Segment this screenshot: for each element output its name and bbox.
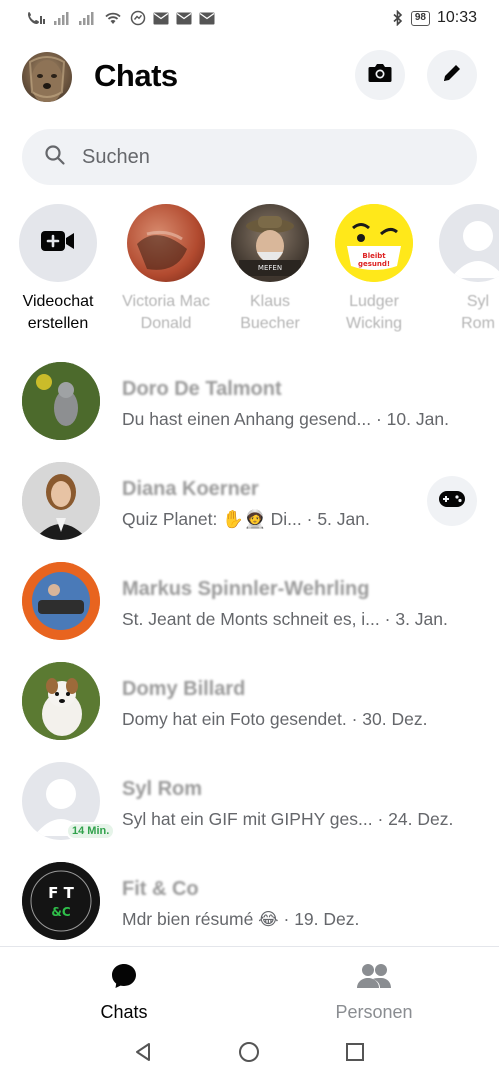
chat-preview-text: Mdr bien résumé 😂 (122, 909, 279, 929)
story-label: Syl Rom (461, 293, 495, 332)
chat-row-domy[interactable]: Domy Billard Domy hat ein Foto gesendet.… (0, 652, 499, 748)
tab-people[interactable]: Personen (314, 961, 434, 1023)
chat-date: · 10. Jan. (375, 409, 449, 429)
tab-label: Personen (335, 1002, 413, 1022)
search-bar[interactable] (22, 129, 477, 185)
chat-row-diana[interactable]: Diana Koerner Quiz Planet: ✋🧑‍🚀 Di... · … (0, 452, 499, 548)
chat-name: Fit & Co (122, 878, 199, 900)
messenger-icon (130, 10, 146, 26)
stories-row: Videochat erstellen Victoria Mac Donald … (0, 202, 499, 332)
chat-name: Doro De Talmont (122, 378, 282, 400)
avatar (22, 562, 100, 640)
signal-icon (53, 10, 71, 26)
search-input[interactable] (82, 145, 442, 169)
chat-preview: Quiz Planet: ✋🧑‍🚀 Di... · 5. Jan. (122, 509, 370, 530)
chat-row-doro[interactable]: Doro De Talmont Du hast einen Anhang ges… (0, 352, 499, 448)
chat-preview: Domy hat ein Foto gesendet. · 30. Dez. (122, 709, 427, 730)
header: Chats (0, 48, 499, 106)
clock: 10:33 (436, 9, 477, 26)
bluetooth-icon (392, 10, 404, 26)
story-label: Victoria Mac Donald (122, 293, 210, 332)
story-avatar: Bleibt gesund! (335, 204, 413, 282)
call-icon (26, 10, 46, 26)
system-nav-bar (0, 1025, 499, 1080)
recents-icon[interactable] (342, 1039, 368, 1065)
camera-button[interactable] (355, 50, 405, 100)
story-victoria[interactable]: Victoria Mac Donald (118, 202, 214, 332)
chat-date: · 30. Dez. (351, 709, 428, 729)
active-time-badge: 14 Min. (66, 822, 116, 840)
search-icon (44, 144, 66, 171)
chat-preview-text: Domy hat ein Foto gesendet. (122, 709, 347, 729)
story-ludger[interactable]: Bleibt gesund! Ludger Wicking (326, 202, 422, 332)
gamepad-icon (438, 490, 466, 513)
story-avatar: MEFEN (231, 204, 309, 282)
chat-preview-text: Quiz Planet: ✋🧑‍🚀 Di... (122, 509, 302, 529)
battery-icon: 98 (410, 10, 430, 26)
avatar (22, 462, 100, 540)
back-icon[interactable] (130, 1039, 156, 1065)
chat-preview: Syl hat ein GIF mit GIPHY ges... · 24. D… (122, 809, 453, 830)
mail-icon (199, 10, 215, 26)
page-title: Chats (94, 58, 178, 93)
avatar (22, 362, 100, 440)
story-klaus[interactable]: MEFEN Klaus Buecher (222, 202, 318, 332)
story-avatar (439, 204, 499, 282)
story-avatar (127, 204, 205, 282)
chat-preview-text: St. Jeant de Monts schneit es, i... (122, 609, 380, 629)
game-button[interactable] (427, 476, 477, 526)
create-video-chat[interactable]: Videochat erstellen (10, 202, 106, 332)
status-bar-right: 98 10:33 (392, 9, 477, 27)
chat-name: Syl Rom (122, 778, 203, 800)
chat-date: · 24. Dez. (377, 809, 454, 829)
chat-row-syl[interactable]: 14 Min. Syl Rom Syl hat ein GIF mit GIPH… (0, 752, 499, 848)
avatar (22, 662, 100, 740)
chat-preview-text: Du hast einen Anhang gesend... (122, 409, 372, 429)
story-syl[interactable]: Syl Rom (430, 202, 499, 332)
video-plus-icon (40, 229, 76, 258)
story-label: Ludger Wicking (345, 293, 402, 332)
chat-name: Domy Billard (122, 678, 246, 700)
avatar: F T &C (22, 862, 100, 940)
svg-text:&C: &C (51, 905, 70, 919)
chat-row-markus[interactable]: Markus Spinnler-Wehrling St. Jeant de Mo… (0, 552, 499, 648)
profile-avatar[interactable] (22, 52, 72, 102)
story-label: Videochat erstellen (22, 293, 94, 332)
chat-row-fitco[interactable]: F T &C Fit & Co Mdr bien résumé 😂 · 19. D… (0, 852, 499, 948)
tab-chats[interactable]: Chats (64, 961, 184, 1023)
story-label: Klaus Buecher (240, 293, 300, 332)
camera-icon (367, 62, 393, 89)
edit-icon (441, 62, 463, 89)
people-icon (355, 964, 393, 995)
chat-preview: St. Jeant de Monts schneit es, i... · 3.… (122, 609, 448, 630)
tab-label: Chats (100, 1002, 148, 1022)
chat-name: Diana Koerner (122, 478, 259, 500)
status-bar: 98 10:33 (0, 0, 499, 36)
compose-button[interactable] (427, 50, 477, 100)
home-icon[interactable] (236, 1039, 262, 1065)
svg-text:F T: F T (48, 884, 74, 902)
signal-icon (78, 10, 96, 26)
wifi-icon (103, 10, 123, 26)
chat-preview: Du hast einen Anhang gesend... · 10. Jan… (122, 409, 449, 430)
mail-icon (176, 10, 192, 26)
mask-sticker-text: Bleibt gesund! (357, 252, 391, 268)
chat-date: · 5. Jan. (306, 509, 370, 529)
svg-text:MEFEN: MEFEN (258, 264, 282, 272)
chat-date: · 3. Jan. (384, 609, 448, 629)
chat-preview: Mdr bien résumé 😂 · 19. Dez. (122, 909, 359, 930)
status-bar-left (26, 10, 215, 26)
bottom-nav: Chats Personen (0, 947, 499, 1025)
chat-preview-text: Syl hat ein GIF mit GIPHY ges... (122, 809, 373, 829)
chat-bubble-icon (109, 964, 139, 995)
mail-icon (153, 10, 169, 26)
chat-date: · 19. Dez. (283, 909, 360, 929)
create-video-chat-circle (19, 204, 97, 282)
chat-name: Markus Spinnler-Wehrling (122, 578, 370, 600)
